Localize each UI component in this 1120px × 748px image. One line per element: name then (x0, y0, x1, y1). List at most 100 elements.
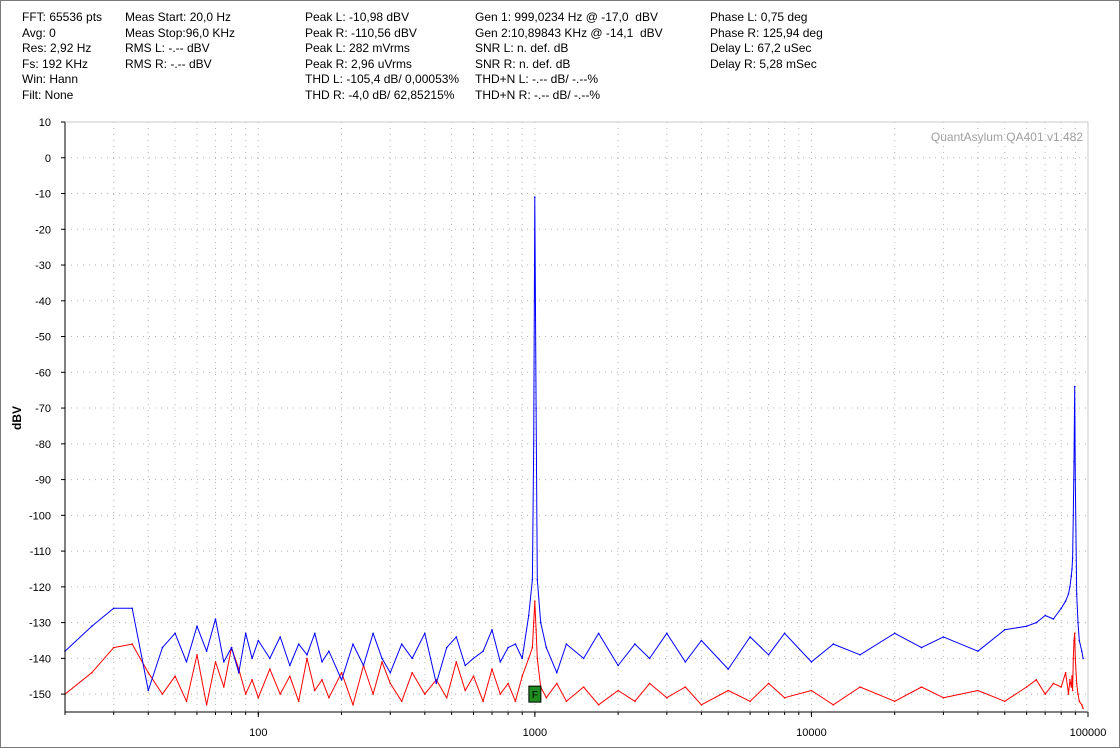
data-point-right (1074, 657, 1077, 660)
data-point-right (257, 696, 260, 699)
data-point-left (1070, 575, 1073, 577)
y-tick-label: -110 (30, 546, 51, 558)
data-point-left (749, 636, 751, 638)
x-tick-label: 100000 (1070, 727, 1107, 739)
spectrum-plot[interactable]: 100-10-20-30-40-50-60-70-80-90-100-110-1… (0, 0, 1120, 748)
data-point-left (1060, 607, 1062, 610)
data-point-left (214, 618, 217, 620)
data-point-right (1073, 632, 1076, 635)
data-point-right (532, 621, 535, 624)
data-point-left (532, 443, 535, 445)
data-point-left (491, 629, 493, 631)
data-point-left (306, 654, 308, 656)
data-point-left (389, 671, 392, 674)
data-point-right (527, 657, 530, 660)
data-point-right (185, 700, 188, 703)
data-point-right (381, 661, 383, 663)
data-point-right (617, 689, 619, 692)
marker-label: F (532, 690, 538, 701)
data-point-right (251, 679, 253, 681)
data-point-left (464, 664, 467, 667)
data-point-right (174, 675, 176, 677)
data-point-left (147, 689, 150, 692)
data-point-right (1052, 682, 1055, 685)
data-point-right (582, 686, 585, 688)
data-point-left (514, 643, 517, 645)
data-point-right (832, 704, 835, 706)
y-tick-label: -70 (35, 403, 51, 415)
data-point-right (1071, 689, 1074, 692)
data-point-left (534, 196, 536, 198)
data-point-left (617, 664, 619, 667)
data-point-left (161, 646, 164, 649)
data-point-right (767, 682, 770, 685)
data-point-left (1003, 629, 1006, 631)
data-point-left (859, 654, 861, 656)
data-point-left (666, 632, 668, 635)
data-point-right (147, 671, 150, 674)
y-tick-label: 10 (39, 117, 51, 129)
data-point-left (832, 643, 835, 645)
data-point-right (269, 668, 271, 670)
data-point-right (1064, 671, 1067, 674)
y-tick-label: -60 (35, 367, 51, 379)
data-point-left (1072, 514, 1075, 517)
data-point-left (257, 639, 260, 642)
data-point-left (230, 646, 233, 649)
data-point-left (1071, 557, 1074, 559)
data-point-right (445, 696, 448, 699)
y-tick-label: -120 (29, 582, 51, 594)
data-point-right (545, 696, 548, 699)
data-point-left (244, 632, 247, 635)
data-point-left (565, 643, 568, 645)
data-point-left (314, 632, 316, 635)
data-point-right (491, 668, 493, 670)
data-point-left (536, 578, 539, 581)
data-point-left (597, 632, 600, 635)
y-tick-label: -140 (29, 653, 51, 665)
data-point-right (1060, 686, 1062, 688)
data-point-left (1071, 568, 1073, 570)
data-point-left (1077, 621, 1079, 624)
data-point-left (556, 671, 558, 674)
data-point-right (306, 657, 308, 660)
data-point-right (1044, 693, 1046, 695)
frequency-marker[interactable]: F (528, 685, 542, 703)
data-point-left (1073, 385, 1076, 388)
data-point-right (328, 696, 330, 699)
data-point-right (1077, 693, 1079, 695)
y-tick-label: 0 (45, 153, 51, 165)
data-point-left (1044, 614, 1046, 617)
data-point-right (521, 675, 523, 677)
data-point-left (297, 643, 300, 645)
data-point-left (684, 661, 687, 663)
data-point-right (684, 686, 687, 688)
data-point-right (535, 629, 537, 631)
data-point-left (1067, 593, 1070, 595)
data-point-right (297, 700, 300, 703)
data-point-left (527, 614, 530, 617)
data-point-right (314, 689, 316, 692)
y-tick-label: -90 (35, 475, 51, 487)
data-point-left (381, 657, 383, 660)
data-point-right (289, 675, 291, 677)
data-point-left (445, 646, 448, 649)
y-tick-label: -150 (29, 689, 51, 701)
data-point-left (783, 632, 786, 635)
data-point-right (91, 671, 93, 674)
data-point-right (634, 700, 636, 703)
data-point-right (556, 682, 558, 685)
data-point-right (1075, 682, 1078, 685)
data-point-left (531, 578, 534, 581)
data-point-right (244, 693, 247, 695)
data-point-left (810, 661, 813, 663)
data-point-left (131, 607, 133, 610)
grid (64, 121, 1088, 712)
data-point-right (1025, 686, 1028, 688)
data-point-left (321, 661, 323, 663)
data-point-left (472, 657, 475, 660)
data-point-right (1067, 693, 1070, 695)
data-point-right (783, 696, 786, 699)
data-point-left (767, 654, 770, 656)
data-point-left (340, 679, 343, 681)
